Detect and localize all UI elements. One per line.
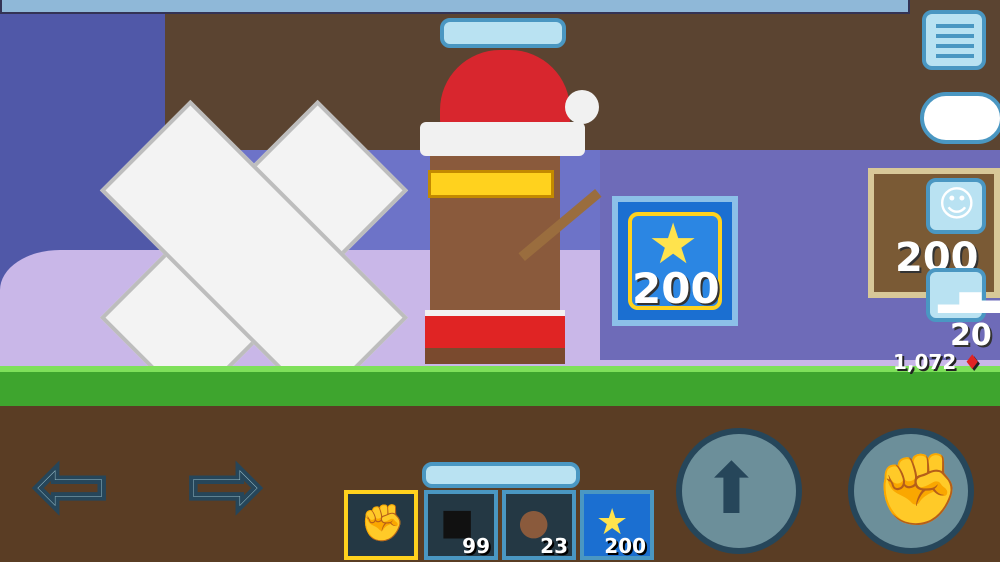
move-right-button[interactable]: ⇨ [186,438,267,534]
fist-icon: ✊ [360,503,405,544]
slot-count: 99 [462,534,490,558]
dropped-item-count-secondary: 20 [950,318,992,353]
gem-icon: ♦ [963,350,982,374]
santa-hat-pom [565,90,599,124]
menu-icon [936,24,974,28]
gem-count: 1,072 [893,350,957,374]
gem-block-count: 200 [632,264,720,313]
arrow-right-icon: ⇨ [186,432,267,539]
chat-button[interactable] [920,92,1000,144]
player-boots [425,348,565,364]
inventory-slot-gem-block[interactable]: ★ 200 [580,490,654,560]
punch-button[interactable]: ✊ [848,428,974,554]
top-status-bar [0,0,910,14]
inventory-slot-block[interactable]: ■ 99 [424,490,498,560]
player-body [430,266,560,316]
inventory-slot-seed[interactable]: ● 23 [502,490,576,560]
menu-button[interactable] [922,10,986,70]
gem-block-dropped[interactable]: ★ 200 [612,196,738,326]
slot-count: 200 [604,534,646,558]
inventory-slot-fist[interactable]: ✊ [344,490,418,560]
grass-ground [0,366,1000,406]
podium-icon: ▂▅▃ [938,280,1000,313]
top-pull-handle[interactable] [440,18,566,48]
emote-button[interactable]: ☺ [926,178,986,234]
gem-counter: 1,072 ♦ [893,350,981,374]
menu-icon [936,44,974,48]
menu-icon [936,54,974,58]
move-left-button[interactable]: ⇦ [30,438,111,534]
inventory-toggle-handle[interactable] [422,462,580,488]
fist-icon: ✊ [874,448,962,530]
slot-count: 23 [540,534,568,558]
smiley-icon: ☺ [938,184,976,225]
arrow-up-icon: ⬆ [702,448,761,530]
leaderboard-button[interactable]: ▂▅▃ [926,268,1000,322]
arrow-left-icon: ⇦ [30,432,111,539]
santa-hat-band [420,122,585,156]
player-visor [428,170,554,198]
player-character [420,50,602,365]
menu-icon [936,34,974,38]
jump-button[interactable]: ⬆ [676,428,802,554]
